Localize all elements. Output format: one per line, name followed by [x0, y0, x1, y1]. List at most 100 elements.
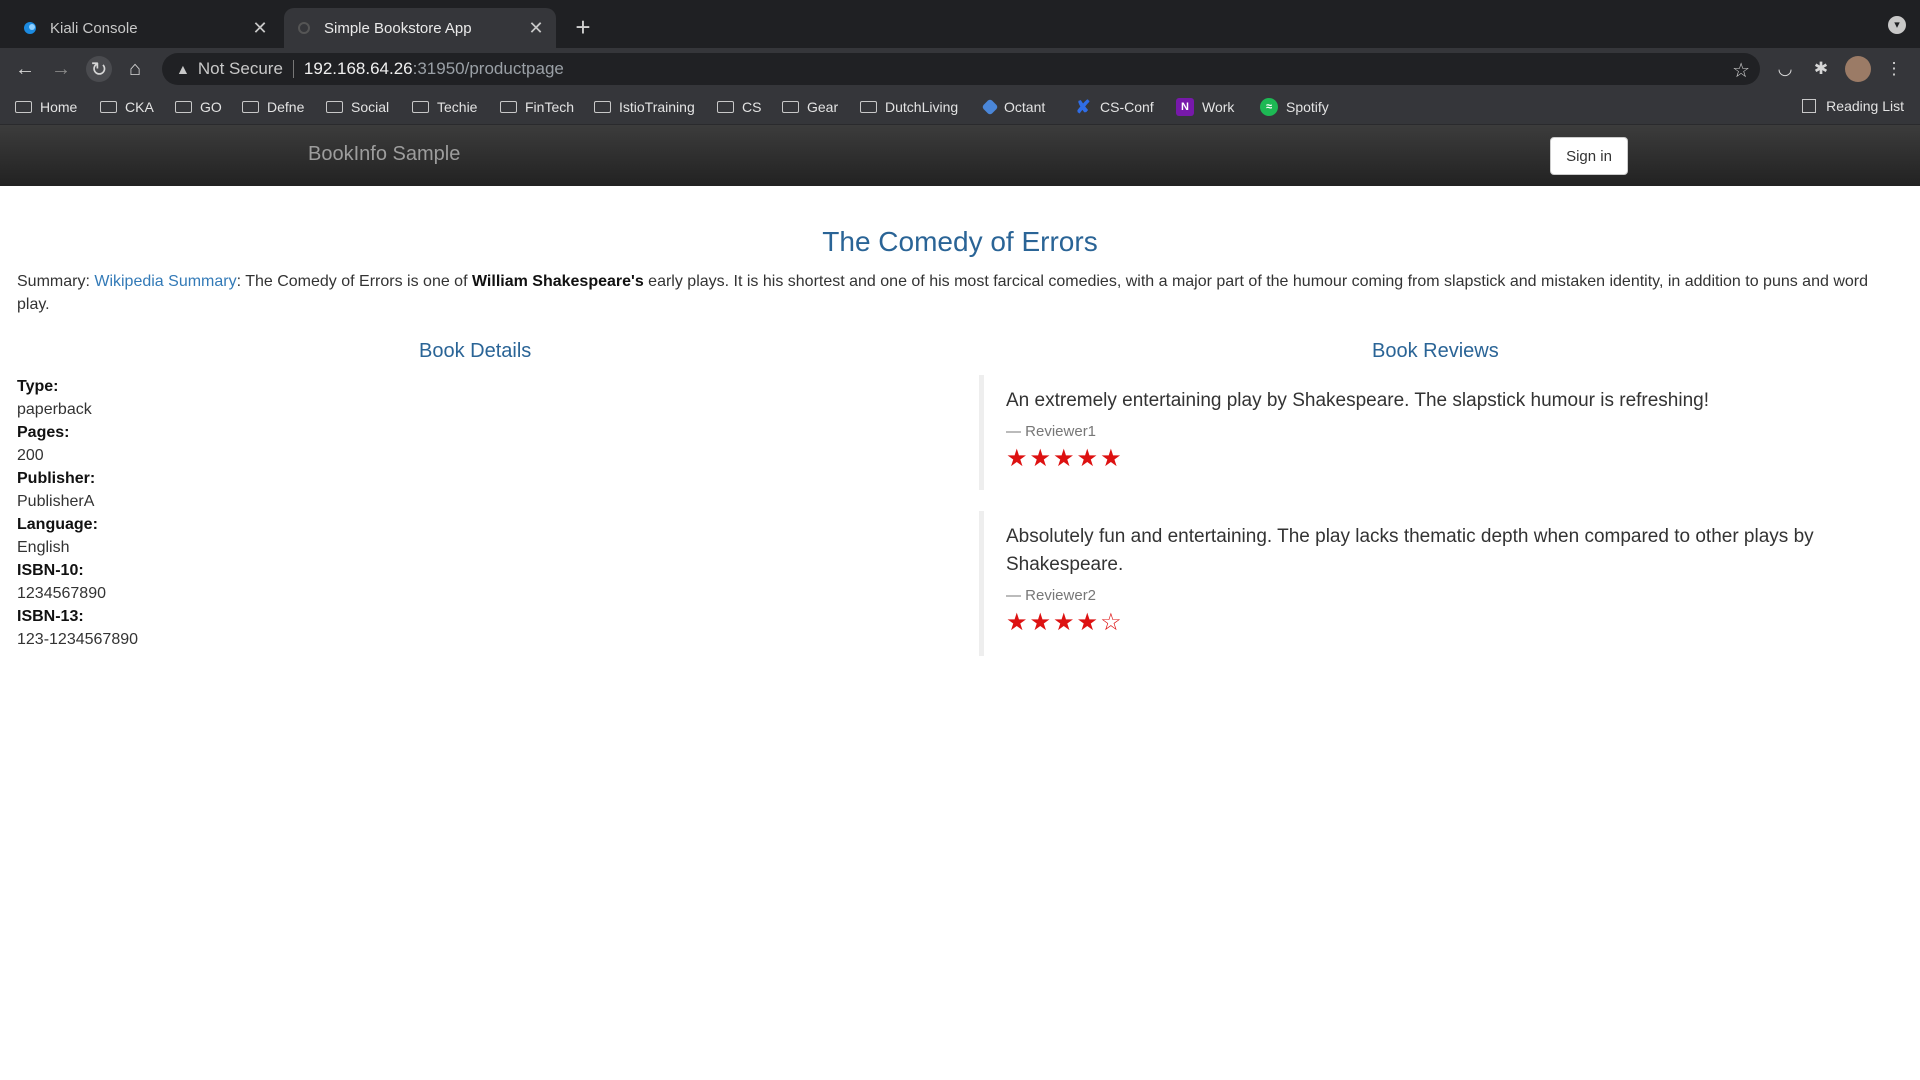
book-title: The Comedy of Errors [822, 226, 1098, 257]
bookmark-star-icon[interactable]: ☆ [1732, 58, 1750, 83]
bookmark-label: Home [40, 99, 78, 115]
page-loading-icon [296, 20, 312, 36]
octant-icon [981, 98, 999, 116]
bookmark-home[interactable]: Home [15, 98, 77, 116]
rating-stars: ★★★★★ [1006, 445, 1124, 472]
folder-icon [100, 101, 117, 113]
app-brand[interactable]: BookInfo Sample [308, 143, 460, 166]
detail-language: English [17, 539, 70, 556]
bookmark-gear[interactable]: Gear [782, 98, 838, 116]
app-navbar: BookInfo Sample Sign in [0, 125, 1920, 186]
bookmark-label: Techie [437, 99, 478, 115]
back-arrow-icon[interactable]: ← [12, 56, 38, 82]
folder-icon [594, 101, 611, 113]
reviewer-name: — Reviewer1 [1006, 423, 1097, 440]
spotify-icon: ≈ [1260, 98, 1278, 116]
folder-icon [717, 101, 734, 113]
summary-author: William Shakespeare's [471, 273, 644, 290]
book-summary: Summary: Wikipedia Summary: The Comedy o… [17, 270, 1897, 316]
detail-label: Type: [17, 378, 59, 395]
bookmark-dutchliving[interactable]: DutchLiving [860, 98, 958, 116]
folder-icon [242, 101, 259, 113]
book-details-list: Type: paperback Pages: 200 Publisher: Pu… [17, 375, 138, 651]
rating-stars: ★★★★☆ [1006, 609, 1124, 636]
review-text: An extremely entertaining play by Shakes… [1006, 390, 1710, 411]
bookmark-istiotraining[interactable]: IstioTraining [594, 98, 695, 116]
bookmark-label: CS-Conf [1100, 99, 1154, 115]
tab-simple-bookstore-app[interactable]: Simple Bookstore App ✕ [284, 8, 556, 48]
bookmark-fintech[interactable]: FinTech [500, 98, 574, 116]
summary-prefix: Summary: [17, 273, 95, 290]
forward-arrow-icon[interactable]: → [48, 56, 74, 82]
close-tab-icon[interactable]: ✕ [524, 16, 548, 40]
bookmark-defne[interactable]: Defne [242, 98, 304, 116]
review-text: Absolutely fun and entertaining. The pla… [1006, 526, 1814, 575]
bookmarks-bar: Home CKA GO Defne Social Techie FinTech … [0, 90, 1920, 125]
bookmark-work[interactable]: N Work [1176, 98, 1234, 116]
folder-icon [15, 101, 32, 113]
bookmark-label: Defne [267, 99, 305, 115]
detail-type: paperback [17, 401, 92, 418]
reviewer-name: — Reviewer2 [1006, 587, 1097, 604]
pocket-icon[interactable]: ◡ [1774, 58, 1796, 80]
bookmark-label: IstioTraining [619, 99, 695, 115]
summary-text: : The Comedy of Errors is one of [236, 273, 472, 290]
url-host: 192.168.64.26 [303, 59, 413, 78]
profile-avatar[interactable] [1845, 56, 1871, 82]
bookmark-label: Gear [807, 99, 839, 115]
bookmark-cka[interactable]: CKA [100, 98, 154, 116]
detail-publisher: PublisherA [17, 493, 95, 510]
kiali-icon [22, 20, 38, 36]
book-reviews-heading: Book Reviews [1372, 340, 1499, 362]
address-bar[interactable]: ▲ Not Secure 192.168.64.26:31950/product… [162, 53, 1760, 85]
tab-title: Simple Bookstore App [324, 19, 472, 37]
bookmark-cs-conf[interactable]: ✘ CS-Conf [1074, 96, 1154, 117]
tab-kiali-console[interactable]: Kiali Console ✕ [10, 8, 280, 48]
tab-title: Kiali Console [50, 19, 138, 37]
bookmark-cs[interactable]: CS [717, 98, 761, 116]
detail-isbn10: 1234567890 [17, 585, 106, 602]
bookmark-octant[interactable]: Octant [981, 98, 1046, 116]
folder-icon [412, 101, 429, 113]
review-1: An extremely entertaining play by Shakes… [979, 375, 1886, 490]
detail-label: ISBN-10: [17, 562, 84, 579]
wikipedia-summary-link[interactable]: Wikipedia Summary [94, 273, 236, 290]
more-menu-icon[interactable]: ⋮ [1883, 58, 1905, 80]
extensions-puzzle-icon[interactable]: ✱ [1810, 58, 1832, 80]
web-page: BookInfo Sample Sign in The Comedy of Er… [0, 125, 1920, 1080]
bookmark-label: Work [1202, 99, 1235, 115]
new-tab-plus-icon[interactable]: + [570, 14, 596, 40]
review-2: Absolutely fun and entertaining. The pla… [979, 511, 1886, 656]
detail-isbn13: 123-1234567890 [17, 631, 139, 648]
home-icon[interactable]: ⌂ [122, 56, 148, 82]
tab-strip: Kiali Console ✕ Simple Bookstore App ✕ +… [0, 0, 1920, 48]
bookmark-label: FinTech [525, 99, 575, 115]
reading-list-icon [1802, 99, 1817, 113]
browser-toolbar: ← → ↻ ⌂ ▲ Not Secure 192.168.64.26:31950… [0, 48, 1920, 90]
bookmark-techie[interactable]: Techie [412, 98, 477, 116]
detail-label: Pages: [17, 424, 70, 441]
onenote-icon: N [1176, 98, 1194, 116]
cs-conf-icon: ✘ [1075, 96, 1091, 117]
security-label: Not Secure [197, 59, 283, 78]
detail-pages: 200 [17, 447, 44, 464]
tab-search-chevron-icon[interactable]: ▾ [1888, 16, 1906, 34]
bookmark-label: Octant [1004, 99, 1046, 115]
book-details-heading: Book Details [419, 340, 532, 362]
bookmark-go[interactable]: GO [175, 98, 222, 116]
close-tab-icon[interactable]: ✕ [248, 16, 272, 40]
detail-label: Publisher: [17, 470, 96, 487]
reload-icon[interactable]: ↻ [86, 56, 112, 82]
folder-icon [175, 101, 192, 113]
folder-icon [326, 101, 343, 113]
bookmark-social[interactable]: Social [326, 98, 389, 116]
folder-icon [500, 101, 517, 113]
bookmark-spotify[interactable]: ≈ Spotify [1260, 98, 1329, 116]
bookmark-label: Social [351, 99, 390, 115]
folder-icon [782, 101, 799, 113]
reading-list-label: Reading List [1826, 98, 1904, 114]
bookmark-label: Spotify [1286, 99, 1329, 115]
divider [292, 60, 294, 78]
reading-list[interactable]: Reading List [1802, 98, 1904, 114]
sign-in-button[interactable]: Sign in [1550, 137, 1628, 175]
